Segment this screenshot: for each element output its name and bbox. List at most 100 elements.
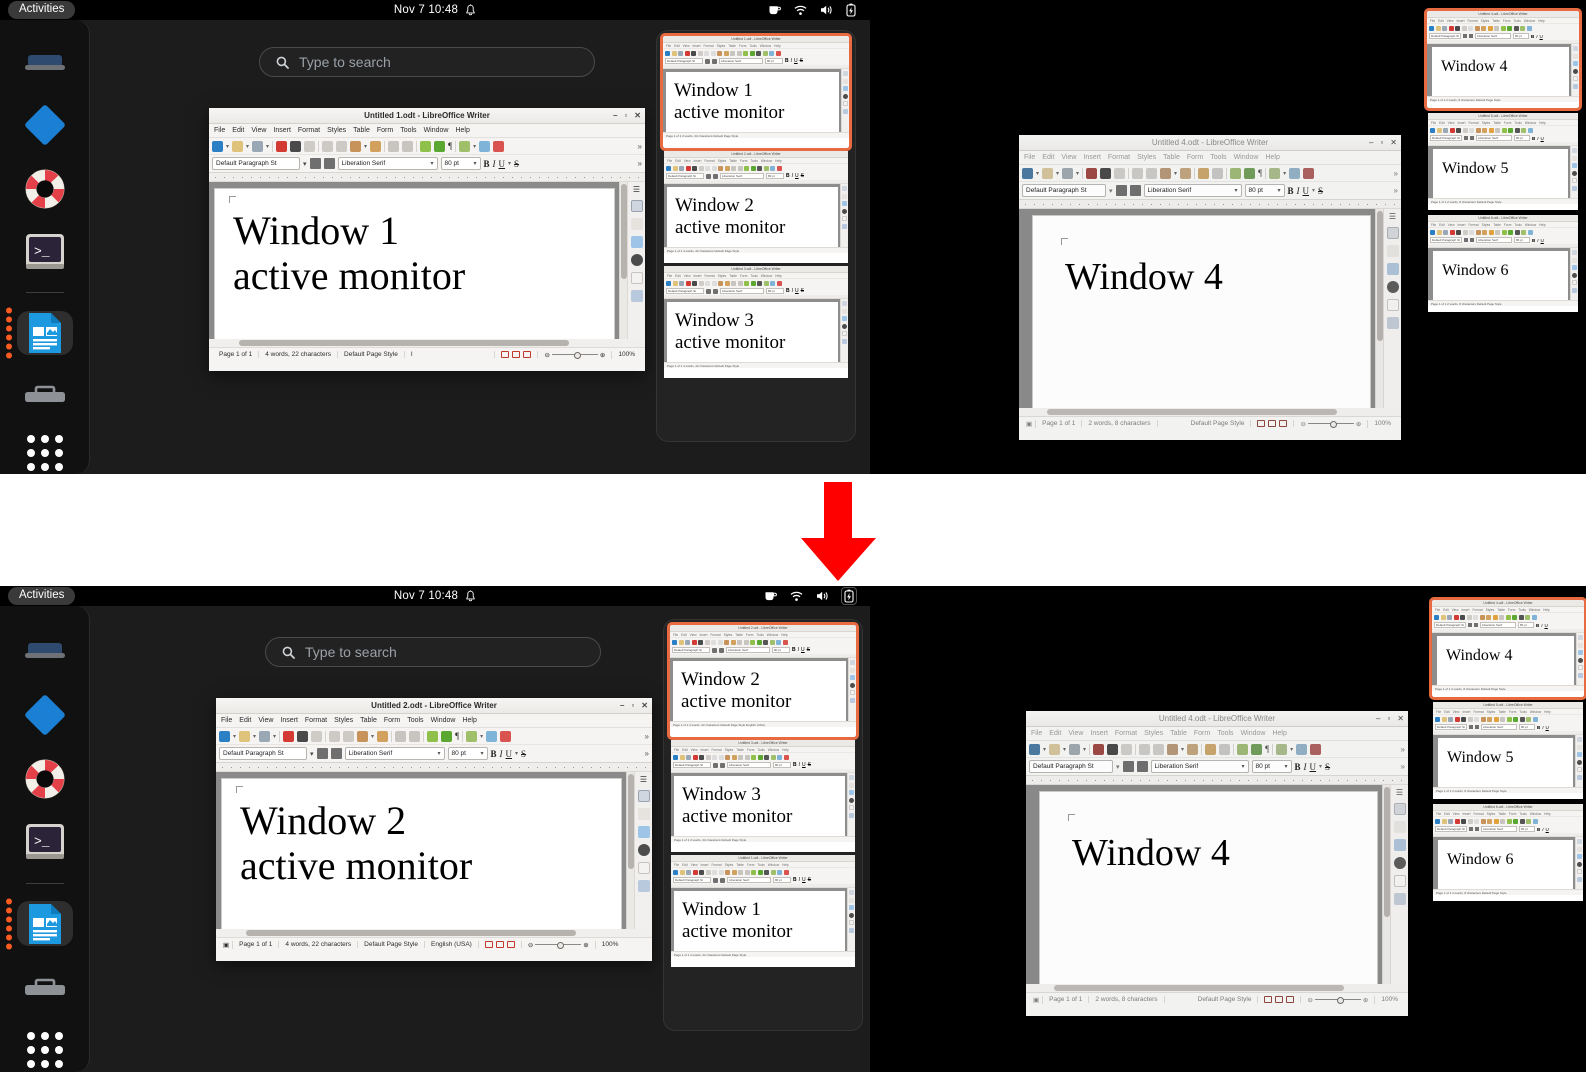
horizontal-ruler-untitled1[interactable] — [209, 173, 645, 182]
menu-file[interactable]: File — [214, 127, 225, 134]
menu-tools[interactable]: Tools — [407, 717, 423, 724]
menu-table[interactable]: Table — [353, 127, 370, 134]
thumbnail-strip-right-bottom[interactable]: Untitled 4.odt - LibreOffice Writer File… — [1429, 597, 1586, 907]
strikethrough-button[interactable]: S — [521, 749, 526, 759]
sidebar-untitled4-bottom[interactable]: ☰ — [1390, 785, 1408, 984]
menu-view[interactable]: View — [1061, 154, 1076, 161]
thumbnail-window6-top[interactable]: Untitled 6.odt - LibreOffice Writer File… — [1428, 215, 1578, 312]
window-controls-untitled1[interactable]: – ▫ ✕ — [613, 108, 641, 123]
horizontal-ruler-untitled2[interactable] — [216, 763, 652, 772]
export-pdf-icon[interactable] — [1086, 167, 1098, 179]
formatting-toolbar-untitled2[interactable]: Default Paragraph St ▾ Liberation Serif … — [216, 745, 652, 763]
insert-table-icon[interactable] — [1276, 743, 1288, 755]
toolbar-overflow-icon[interactable]: » — [638, 142, 642, 151]
status-zoom-slider[interactable]: ⊖ ⊕ — [538, 350, 613, 359]
page-canvas-untitled2[interactable]: Window 2 active monitor — [222, 779, 621, 929]
redo-icon[interactable] — [1212, 167, 1224, 179]
update-style-icon[interactable] — [330, 748, 342, 759]
clone-formatting-icon[interactable] — [1187, 743, 1199, 755]
dock-item-help[interactable] — [17, 166, 73, 212]
find-replace-icon[interactable] — [1230, 167, 1242, 179]
sidebar-navigator-icon[interactable] — [637, 844, 650, 856]
bold-button[interactable]: B — [1295, 762, 1301, 772]
underline-button[interactable]: U — [499, 159, 506, 169]
insert-chart-icon[interactable] — [500, 730, 512, 742]
undo-icon[interactable] — [388, 140, 400, 152]
insert-table-icon[interactable] — [1269, 167, 1281, 179]
menu-view[interactable]: View — [258, 717, 273, 724]
dock-item-top-partial[interactable] — [17, 42, 73, 84]
sidebar-style-inspector-icon[interactable] — [637, 880, 650, 892]
bold-button[interactable]: B — [491, 749, 497, 759]
thumbnail-window2-bottom[interactable]: Untitled 2.odt - LibreOffice Writer File… — [667, 622, 859, 740]
clear-formatting-icon[interactable] — [1122, 761, 1134, 772]
underline-button[interactable]: U — [1303, 186, 1310, 196]
insert-table-icon[interactable] — [459, 140, 471, 152]
close-button[interactable]: ✕ — [1390, 138, 1397, 147]
bold-button[interactable]: B — [484, 159, 490, 169]
sidebar-style-inspector-icon[interactable] — [630, 290, 643, 302]
menubar-untitled4-bottom[interactable]: File Edit View Insert Format Styles Tabl… — [1026, 727, 1408, 741]
update-style-icon[interactable] — [323, 158, 335, 169]
clone-formatting-icon[interactable] — [370, 140, 382, 152]
find-replace-icon[interactable] — [1237, 743, 1249, 755]
status-view-layout-icons[interactable] — [1258, 996, 1302, 1003]
sidebar-page-icon[interactable] — [1393, 875, 1406, 887]
menubar-untitled1[interactable]: File Edit View Insert Format Styles Tabl… — [209, 124, 645, 138]
italic-button[interactable]: I — [493, 159, 496, 169]
italic-button[interactable]: I — [1304, 762, 1307, 772]
dock-item-system-settings[interactable] — [17, 102, 73, 148]
sidebar-page-icon[interactable] — [630, 272, 643, 284]
page-canvas-untitled4-top[interactable]: Window 4 — [1033, 216, 1370, 408]
horizontal-ruler-untitled4-bottom[interactable] — [1026, 776, 1408, 785]
menubar-untitled4-top[interactable]: File Edit View Insert Format Styles Tabl… — [1019, 151, 1401, 165]
menu-tools[interactable]: Tools — [1210, 154, 1226, 161]
print-icon[interactable] — [297, 730, 309, 742]
menu-window[interactable]: Window — [1234, 154, 1259, 161]
dock-item-show-applications[interactable] — [17, 432, 73, 474]
insert-image-icon[interactable] — [1289, 167, 1301, 179]
menu-window[interactable]: Window — [431, 717, 456, 724]
status-zoom-value[interactable]: 100% — [1368, 420, 1397, 427]
standard-toolbar-untitled2[interactable]: ▾ ▾ ▾ ▾ ¶ ▾ » — [216, 728, 652, 745]
window-untitled2[interactable]: Untitled 2.odt - LibreOffice Writer – ▫ … — [216, 698, 652, 961]
copy-icon[interactable] — [1153, 743, 1165, 755]
formatting-marks-icon[interactable]: ¶ — [1265, 744, 1269, 754]
dock-item-terminal[interactable]: >_ — [17, 230, 73, 274]
copy-icon[interactable] — [336, 140, 348, 152]
menu-table[interactable]: Table — [1170, 730, 1187, 737]
menu-edit[interactable]: Edit — [239, 717, 251, 724]
sidebar-style-inspector-icon[interactable] — [1386, 317, 1399, 329]
horizontal-scrollbar-untitled4-top[interactable] — [1019, 408, 1401, 416]
print-preview-icon[interactable] — [304, 140, 316, 152]
titlebar-untitled1[interactable]: Untitled 1.odt - LibreOffice Writer – ▫ … — [209, 108, 645, 124]
font-name-combo[interactable]: Liberation Serif ▾ — [1150, 760, 1249, 773]
formatting-marks-icon[interactable]: ¶ — [448, 141, 452, 151]
menu-file[interactable]: File — [1024, 154, 1035, 161]
titlebar-untitled4-top[interactable]: Untitled 4.odt - LibreOffice Writer – ▫ … — [1019, 135, 1401, 151]
redo-icon[interactable] — [409, 730, 421, 742]
menu-help[interactable]: Help — [462, 717, 476, 724]
sidebar-settings-icon[interactable]: ☰ — [633, 185, 640, 194]
paragraph-style-combo[interactable]: Default Paragraph St — [1029, 760, 1113, 773]
vertical-scrollbar-untitled4-top[interactable] — [1375, 209, 1383, 408]
save-icon[interactable] — [259, 730, 271, 742]
spelling-icon[interactable] — [1251, 743, 1263, 755]
statusbar-untitled2[interactable]: ▣ Page 1 of 1 4 words, 22 characters Def… — [216, 937, 652, 951]
save-icon[interactable] — [252, 140, 264, 152]
maximize-button[interactable]: ▫ — [1387, 714, 1390, 723]
new-doc-icon[interactable] — [1022, 167, 1033, 179]
clock-bottom[interactable]: Nov 7 10:48 — [394, 590, 458, 602]
thumbnail-window5-bottom[interactable]: Untitled 5.odt - LibreOffice Writer File… — [1433, 702, 1583, 799]
sidebar-gallery-icon[interactable] — [630, 236, 643, 248]
status-zoom-value[interactable]: 100% — [612, 351, 641, 358]
insert-image-icon[interactable] — [486, 730, 498, 742]
dock-item-libreoffice-writer[interactable] — [5, 898, 73, 950]
paragraph-style-dropdown-arrow[interactable]: ▾ — [1109, 187, 1113, 195]
formatting-toolbar-untitled1[interactable]: Default Paragraph St ▾ Liberation Serif … — [209, 155, 645, 173]
redo-icon[interactable] — [1219, 743, 1231, 755]
thumbnail-window4-top[interactable]: Untitled 4.odt - LibreOffice Writer File… — [1424, 8, 1582, 111]
font-size-combo[interactable]: 80 pt ▾ — [447, 747, 488, 760]
paste-icon[interactable] — [350, 140, 362, 152]
thumbnail-window5-top[interactable]: Untitled 5.odt - LibreOffice Writer File… — [1428, 113, 1578, 210]
